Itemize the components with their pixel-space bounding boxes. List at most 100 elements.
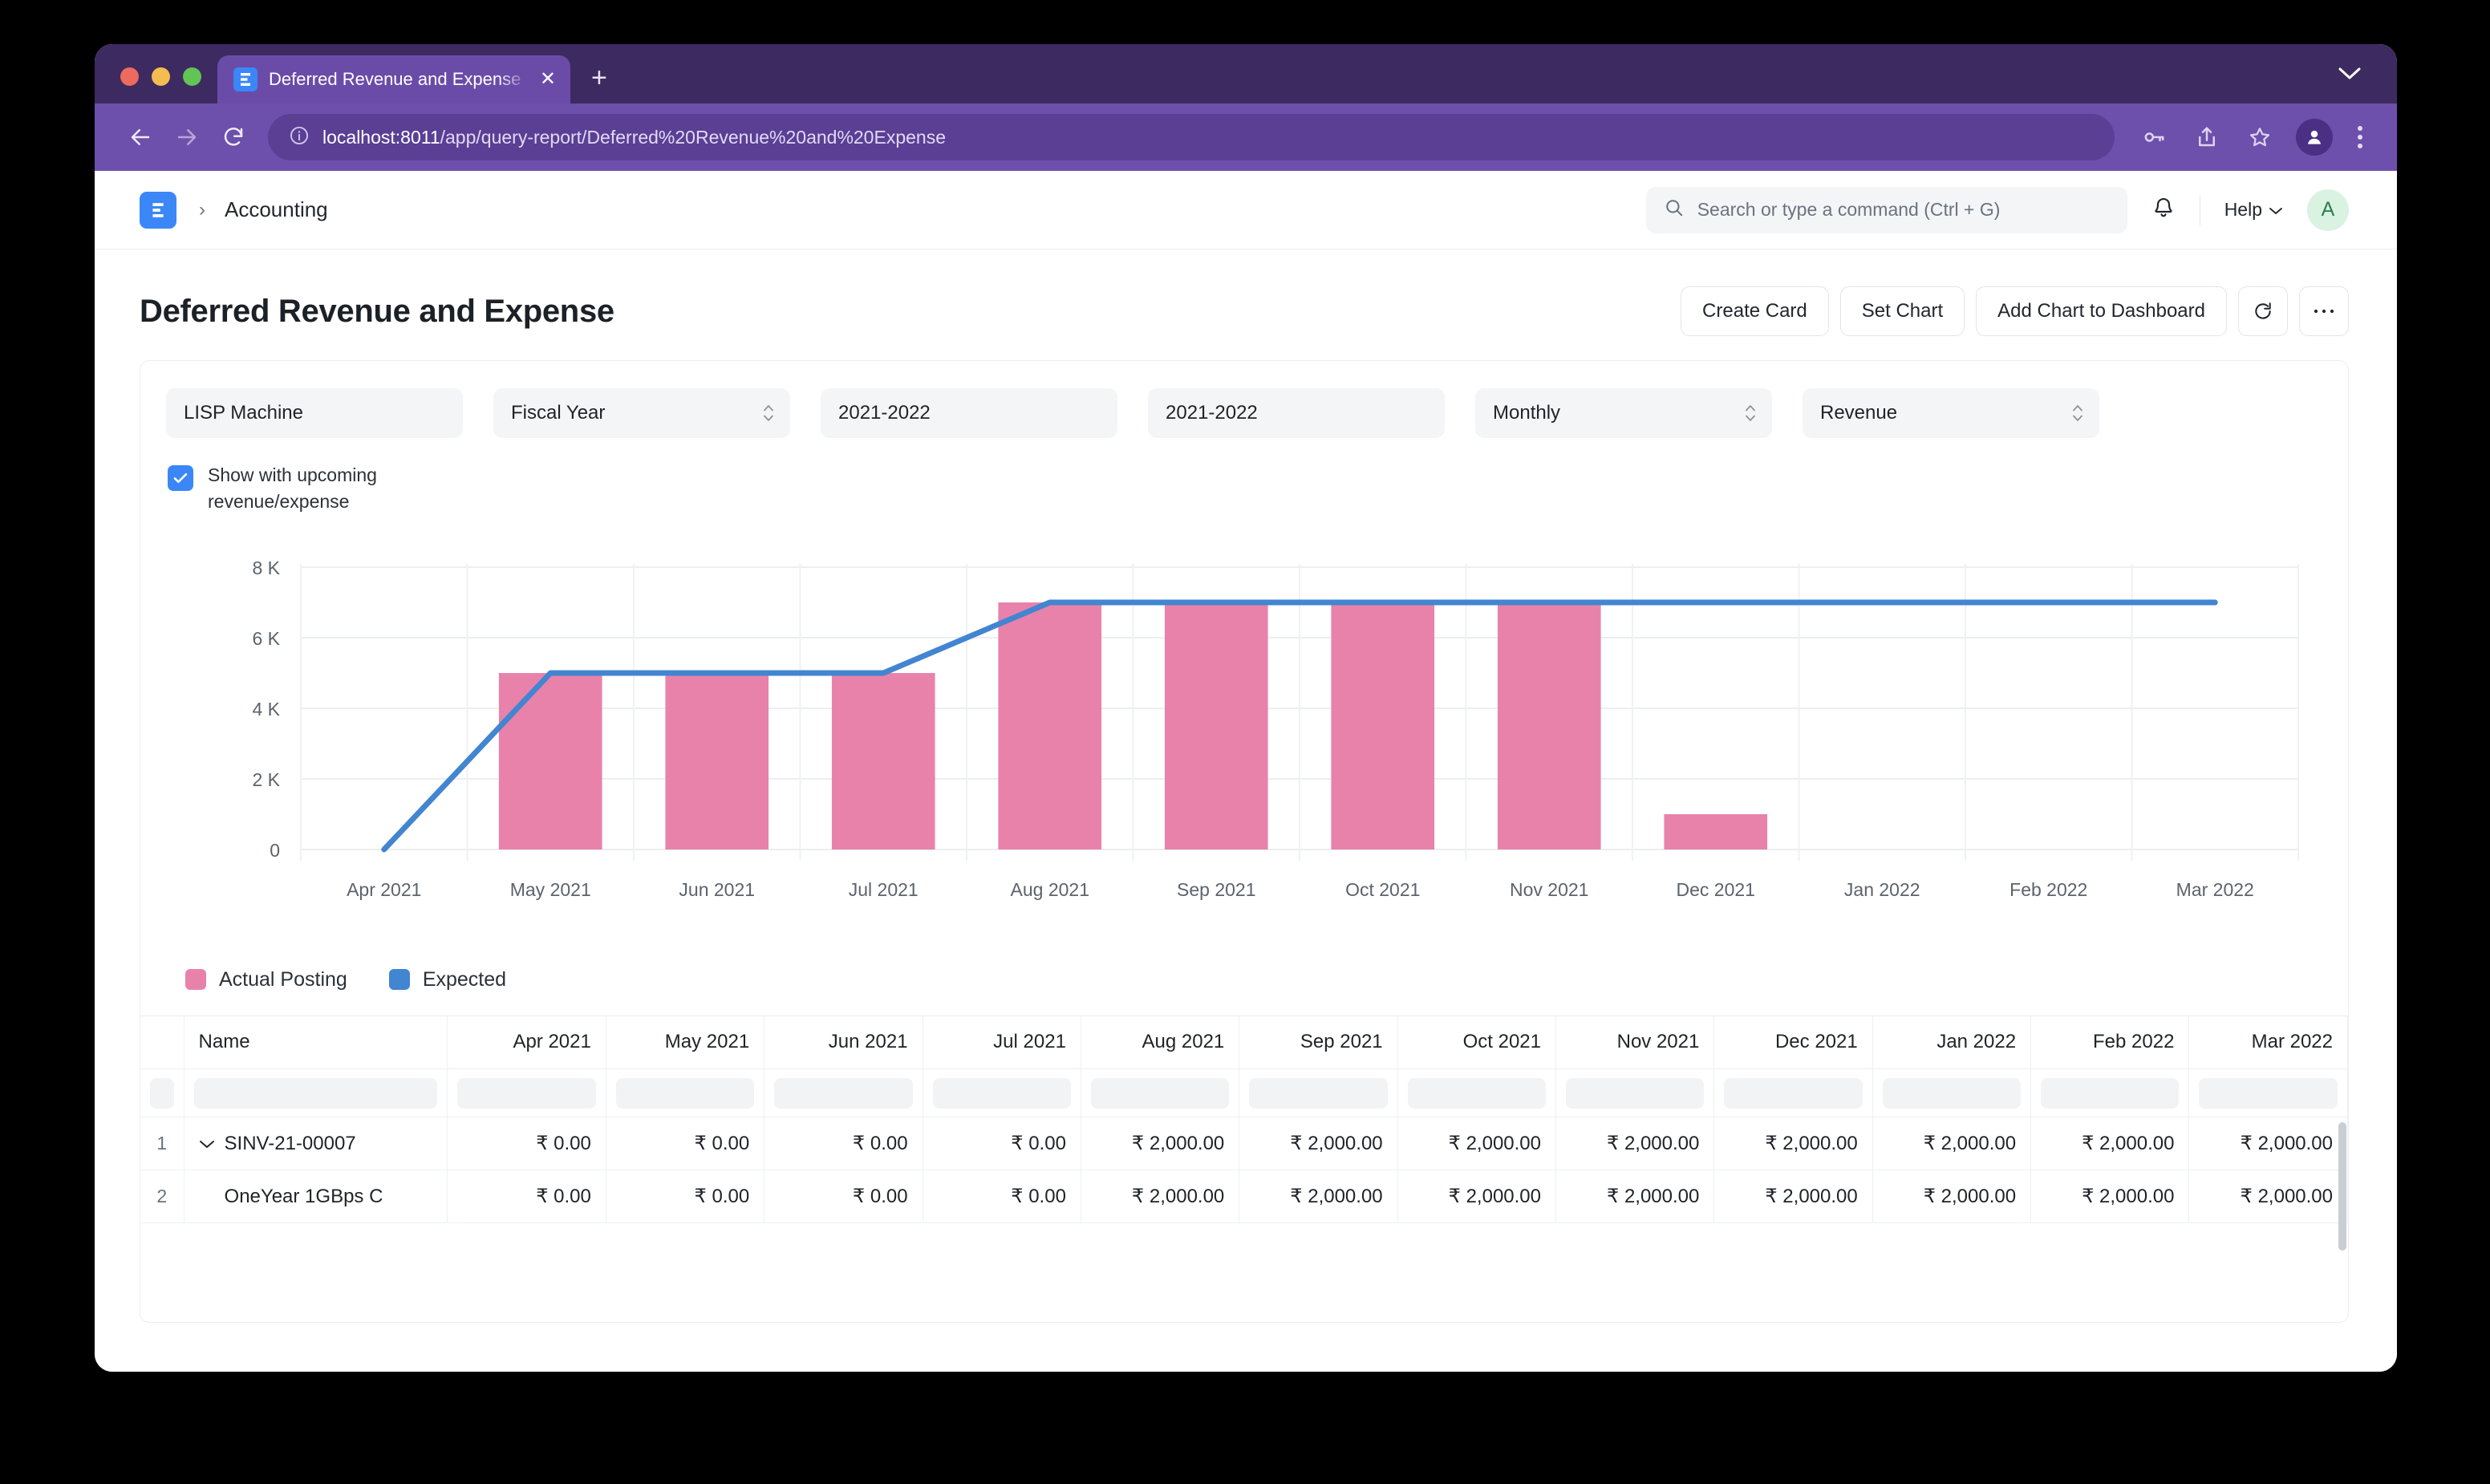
set-chart-button[interactable]: Set Chart (1839, 286, 1965, 336)
reload-icon[interactable] (210, 114, 257, 160)
table-filter-cell[interactable] (140, 1068, 185, 1118)
table-column-header[interactable]: Dec 2021 (1713, 1016, 1873, 1070)
table-column-header[interactable]: Oct 2021 (1397, 1016, 1557, 1070)
maximize-window-button[interactable] (183, 67, 201, 86)
table-column-header[interactable]: May 2021 (606, 1016, 765, 1070)
ellipsis-icon[interactable] (2299, 286, 2349, 336)
table-cell[interactable]: ₹ 0.00 (764, 1170, 923, 1224)
table-filter-cell[interactable] (1081, 1068, 1240, 1118)
column-filter-input[interactable] (1249, 1077, 1388, 1109)
table-filter-cell[interactable] (1713, 1068, 1873, 1118)
table-cell[interactable]: ₹ 0.00 (923, 1117, 1081, 1171)
table-column-header[interactable]: Jul 2021 (923, 1016, 1081, 1070)
column-filter-input[interactable] (457, 1077, 596, 1109)
table-filter-cell[interactable] (2030, 1068, 2190, 1118)
refresh-icon[interactable] (2238, 286, 2288, 336)
table-column-header[interactable]: Jan 2022 (1872, 1016, 2032, 1070)
table-cell[interactable]: ₹ 2,000.00 (1239, 1170, 1398, 1224)
address-bar[interactable]: localhost:8011/app/query-report/Deferred… (268, 114, 2115, 160)
table-filter-cell[interactable] (764, 1068, 923, 1118)
table-cell[interactable]: ₹ 2,000.00 (1872, 1170, 2032, 1224)
column-filter-input[interactable] (1407, 1077, 1546, 1109)
bell-icon[interactable] (2151, 196, 2176, 224)
table-column-header[interactable]: Nov 2021 (1555, 1016, 1715, 1070)
table-filter-cell[interactable] (2188, 1068, 2348, 1118)
close-tab-button[interactable]: ✕ (540, 70, 556, 89)
table-column-header[interactable]: Apr 2021 (447, 1016, 606, 1070)
browser-tab[interactable]: Deferred Revenue and Expense ✕ (217, 55, 570, 103)
key-icon[interactable] (2132, 116, 2176, 159)
table-column-header[interactable]: Aug 2021 (1081, 1016, 1240, 1070)
table-cell[interactable]: ₹ 0.00 (447, 1117, 606, 1171)
person-icon[interactable] (2296, 119, 2333, 156)
table-filter-cell[interactable] (447, 1068, 606, 1118)
star-icon[interactable] (2238, 116, 2281, 159)
help-menu[interactable]: Help (2224, 199, 2283, 221)
table-row[interactable]: 1 SINV-21-00007 ₹ 0.00 ₹ 0.00 ₹ 0.00 ₹ 0.00 ₹ … (140, 1117, 2348, 1171)
table-cell[interactable]: ₹ 0.00 (447, 1170, 606, 1224)
table-filter-cell[interactable] (1239, 1068, 1398, 1118)
avatar[interactable]: A (2307, 189, 2349, 231)
table-cell[interactable]: ₹ 2,000.00 (2188, 1117, 2348, 1171)
table-column-header[interactable]: Sep 2021 (1239, 1016, 1398, 1070)
arrow-left-icon[interactable] (117, 114, 164, 160)
chevron-down-icon[interactable] (2338, 62, 2362, 87)
info-circle-icon[interactable] (289, 125, 310, 150)
table-filter-cell[interactable] (606, 1068, 765, 1118)
table-cell[interactable]: ₹ 2,000.00 (1397, 1170, 1557, 1224)
share-icon[interactable] (2185, 116, 2228, 159)
table-cell[interactable]: ₹ 2,000.00 (1081, 1117, 1240, 1171)
close-window-button[interactable] (120, 67, 139, 86)
column-filter-input[interactable] (932, 1077, 1071, 1109)
table-cell[interactable]: ₹ 0.00 (764, 1117, 923, 1171)
table-cell[interactable]: ₹ 2,000.00 (1713, 1170, 1873, 1224)
period-basis-filter[interactable]: Fiscal Year (493, 388, 790, 438)
add-chart-to-dashboard-button[interactable]: Add Chart to Dashboard (1976, 286, 2227, 336)
table-cell[interactable]: ₹ 2,000.00 (2188, 1170, 2348, 1224)
table-cell[interactable]: ₹ 2,000.00 (2030, 1117, 2190, 1171)
breadcrumb[interactable]: Accounting (225, 197, 328, 222)
table-filter-cell[interactable] (1555, 1068, 1715, 1118)
table-cell[interactable]: ₹ 2,000.00 (1239, 1117, 1398, 1171)
table-filter-cell[interactable] (184, 1068, 448, 1118)
table-cell[interactable]: ₹ 2,000.00 (1872, 1117, 2032, 1171)
table-column-header[interactable]: Jun 2021 (764, 1016, 923, 1070)
table-cell[interactable]: ₹ 2,000.00 (2030, 1170, 2190, 1224)
legend-item-actual-posting[interactable]: Actual Posting (185, 968, 347, 991)
erpnext-logo[interactable] (140, 191, 176, 229)
column-filter-input[interactable] (1724, 1077, 1863, 1109)
table-cell[interactable]: ₹ 0.00 (923, 1170, 1081, 1224)
column-filter-input[interactable] (1882, 1077, 2022, 1109)
table-filter-cell[interactable] (1397, 1068, 1557, 1118)
search-input[interactable]: Search or type a command (Ctrl + G) (1645, 186, 2127, 233)
table-cell[interactable]: ₹ 2,000.00 (1081, 1170, 1240, 1224)
column-filter-input[interactable] (1566, 1077, 1705, 1109)
column-filter-input[interactable] (193, 1077, 438, 1109)
vertical-scrollbar[interactable] (2338, 1121, 2346, 1251)
to-fiscal-year-filter[interactable]: 2021-2022 (1148, 388, 1445, 438)
table-row[interactable]: 2 OneYear 1GBps C ₹ 0.00 ₹ 0.00 ₹ 0.00 ₹ 0.00… (140, 1170, 2348, 1224)
legend-item-expected[interactable]: Expected (388, 968, 506, 991)
column-filter-input[interactable] (1090, 1077, 1230, 1109)
table-column-header[interactable]: Name (184, 1016, 448, 1070)
table-column-header[interactable]: Feb 2022 (2030, 1016, 2190, 1070)
table-cell[interactable]: ₹ 0.00 (606, 1117, 765, 1171)
column-filter-input[interactable] (2199, 1077, 2338, 1109)
arrow-right-icon[interactable] (164, 114, 210, 160)
table-cell[interactable]: ₹ 2,000.00 (1555, 1117, 1715, 1171)
table-cell[interactable]: ₹ 2,000.00 (1397, 1117, 1557, 1171)
table-filter-cell[interactable] (1872, 1068, 2032, 1118)
create-card-button[interactable]: Create Card (1681, 286, 1829, 336)
minimize-window-button[interactable] (152, 67, 170, 86)
type-filter[interactable]: Revenue (1803, 388, 2099, 438)
column-filter-input[interactable] (615, 1077, 755, 1109)
upcoming-revenue-checkbox[interactable] (168, 465, 193, 491)
row-name-cell[interactable]: SINV-21-00007 (184, 1117, 448, 1171)
from-fiscal-year-filter[interactable]: 2021-2022 (821, 388, 1117, 438)
new-tab-button[interactable]: + (591, 63, 607, 94)
column-filter-input[interactable] (150, 1077, 174, 1109)
table-cell[interactable]: ₹ 0.00 (606, 1170, 765, 1224)
column-filter-input[interactable] (2041, 1077, 2180, 1109)
table-cell[interactable]: ₹ 2,000.00 (1555, 1170, 1715, 1224)
table-filter-cell[interactable] (923, 1068, 1081, 1118)
